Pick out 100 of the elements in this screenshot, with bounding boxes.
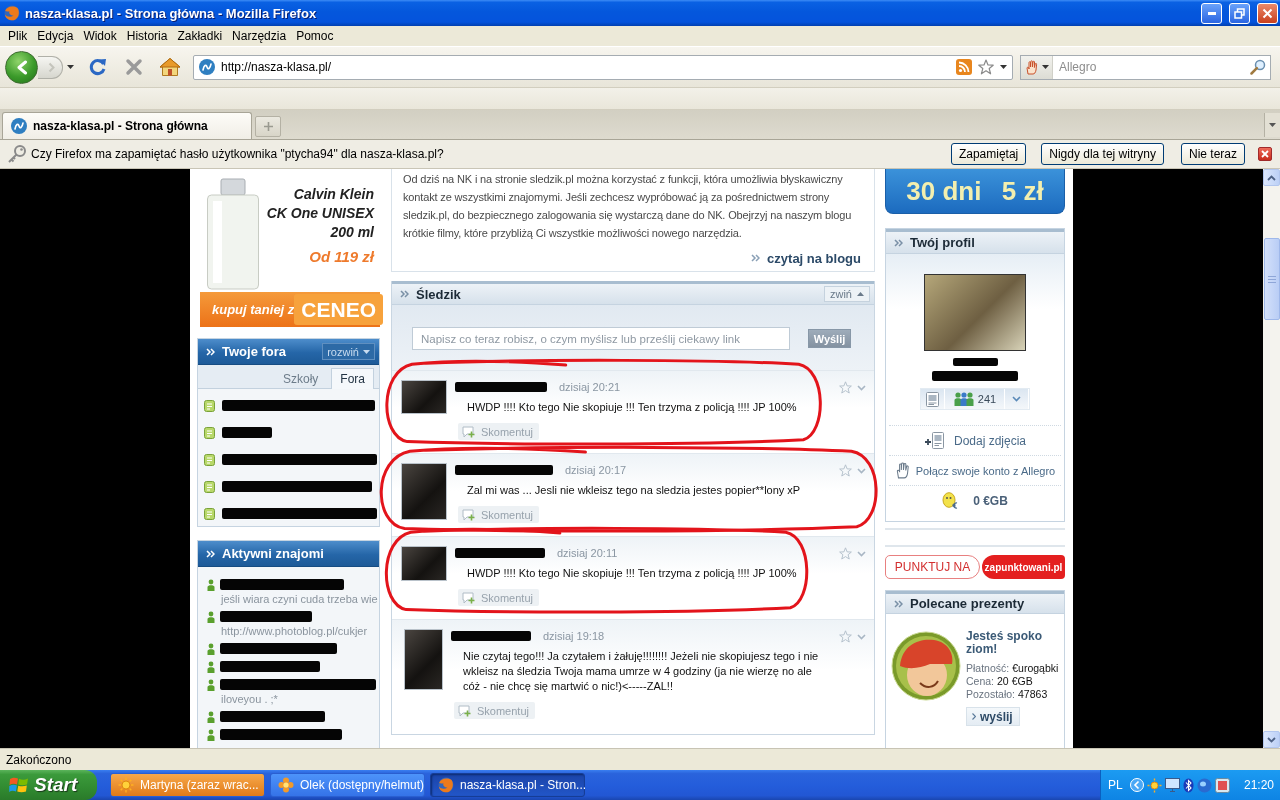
menu-item[interactable]: Widok bbox=[78, 27, 122, 45]
panel-title: Śledzik bbox=[416, 286, 462, 302]
browser-logo-icon bbox=[4, 5, 20, 21]
promo-price: 5 zł bbox=[1001, 175, 1044, 207]
scroll-down-button[interactable] bbox=[1263, 731, 1280, 748]
promo-banner[interactable]: 30 dni 5 zł bbox=[885, 169, 1065, 214]
restore-button[interactable] bbox=[1229, 2, 1250, 24]
comment-icon bbox=[458, 704, 472, 717]
start-button[interactable]: Start bbox=[0, 770, 97, 800]
friend-status: iloveyou . ;* bbox=[220, 693, 278, 705]
send-gift-button[interactable]: wyślij bbox=[966, 707, 1020, 726]
taskbar-button[interactable]: Olek (dostępny/helmut) bbox=[270, 773, 425, 797]
reload-icon bbox=[88, 57, 108, 77]
taskbar-button[interactable]: nasza-klasa.pl - Stron... bbox=[430, 773, 585, 797]
post-text: Nie czytaj tego!!! Ja czytałem i żałuję!!!!!!!! Jeżeli nie skopiujesz tego i nie wkleisz na śledzia Twoja mama umrze w 4 godziny (ja nie wierzę no ale cóż - nie chcę się martwić o nic!)<-----ZAL!! bbox=[463, 649, 820, 694]
chevron-down-icon bbox=[857, 633, 866, 640]
blog-link[interactable]: czytaj na blogu bbox=[767, 250, 861, 266]
points-banner-label[interactable]: PUNKTUJ NA bbox=[885, 555, 980, 579]
search-engine-button[interactable] bbox=[1021, 55, 1053, 79]
tab-list-button[interactable] bbox=[1264, 113, 1280, 137]
arrow-right-icon bbox=[47, 61, 55, 73]
forum-icon bbox=[204, 426, 215, 439]
photo-icon bbox=[926, 391, 939, 407]
forum-icon bbox=[204, 480, 215, 493]
forum-icon bbox=[204, 507, 215, 520]
detail-value: 20 €GB bbox=[997, 675, 1033, 688]
restore-icon bbox=[1234, 7, 1245, 19]
panel-tab[interactable]: Fora bbox=[331, 368, 374, 389]
caret-icon bbox=[363, 349, 370, 354]
scrollbar-thumb[interactable] bbox=[1263, 238, 1280, 320]
double-chevron-icon bbox=[751, 254, 761, 262]
minimize-icon bbox=[1207, 11, 1216, 15]
menu-item[interactable]: Historia bbox=[121, 27, 173, 45]
menu-item[interactable]: Pomoc bbox=[291, 27, 339, 45]
detail-value: 47863 bbox=[1018, 688, 1048, 701]
panel-tab[interactable]: Szkoły bbox=[273, 368, 328, 389]
home-button[interactable] bbox=[158, 55, 182, 79]
gift-name[interactable]: Jesteś spoko ziom! bbox=[966, 630, 1062, 656]
person-icon bbox=[207, 728, 215, 741]
caret-icon bbox=[1000, 65, 1007, 69]
person-icon bbox=[207, 710, 215, 723]
chevron-down-icon bbox=[857, 467, 866, 474]
menu-item[interactable]: Plik bbox=[3, 27, 33, 45]
notification-button[interactable]: Nigdy dla tej witryny bbox=[1041, 143, 1164, 165]
add-photo-icon bbox=[923, 432, 944, 449]
people-icon bbox=[952, 391, 975, 407]
flower-icon bbox=[278, 777, 294, 793]
sun-icon bbox=[118, 777, 134, 793]
search-icon bbox=[1250, 59, 1266, 75]
hand-icon bbox=[1024, 59, 1039, 75]
address-field[interactable]: http://nasza-klasa.pl/ bbox=[193, 54, 1013, 80]
grip-icon bbox=[1267, 275, 1276, 283]
browser-tab[interactable]: nasza-klasa.pl - Strona główna bbox=[2, 112, 252, 139]
post-time: dzisiaj 19:18 bbox=[543, 630, 605, 642]
search-input[interactable]: Allegro bbox=[1053, 56, 1250, 78]
post-text: HWDP !!!! Kto tego Nie skopiuje !!! Ten trzyma z policją !!!! JP 100% bbox=[467, 566, 797, 581]
ad-text: CK One UNISEX bbox=[266, 204, 374, 223]
close-icon bbox=[1261, 150, 1269, 158]
action-link[interactable]: Połącz swoje konto z Allegro bbox=[915, 464, 1056, 477]
star-icon bbox=[839, 464, 852, 477]
person-icon bbox=[207, 610, 215, 623]
post-text: Zal mi was ... Jesli nie wkleisz tego na sledzia jestes popier**lony xP bbox=[467, 483, 801, 498]
comment-icon bbox=[462, 508, 476, 521]
bluetooth-icon[interactable] bbox=[1182, 777, 1194, 793]
friends-button[interactable]: 241 bbox=[945, 389, 1005, 409]
notification-button[interactable]: Zapamiętaj bbox=[950, 143, 1027, 165]
person-icon bbox=[207, 642, 215, 655]
panel-title: Polecane prezenty bbox=[910, 596, 1026, 611]
chevron-left-icon[interactable] bbox=[1129, 778, 1144, 792]
minimize-button[interactable] bbox=[1201, 2, 1222, 24]
menu-item[interactable]: Edycja bbox=[32, 27, 79, 45]
search-field[interactable]: Allegro bbox=[1020, 54, 1271, 80]
home-icon bbox=[159, 57, 181, 77]
stop-icon bbox=[125, 58, 143, 76]
photo-placeholder bbox=[401, 380, 447, 414]
comment-icon bbox=[462, 425, 476, 438]
detail-label: Cena: bbox=[966, 675, 995, 688]
action-link[interactable]: Dodaj zdjęcia bbox=[953, 433, 1026, 448]
caret-icon bbox=[1041, 65, 1049, 69]
expand-button[interactable]: rozwiń bbox=[322, 343, 375, 360]
detail-label: Pozostało: bbox=[966, 688, 1016, 701]
status-input[interactable]: Napisz co teraz robisz, o czym myślisz lub prześlij ciekawy link bbox=[412, 327, 790, 350]
points-site-logo[interactable]: zapunktowani.pl bbox=[982, 555, 1065, 579]
window-title: nasza-klasa.pl - Strona główna - Mozilla Firefox bbox=[25, 5, 318, 21]
notification-button[interactable]: Nie teraz bbox=[1180, 143, 1245, 165]
back-button[interactable] bbox=[5, 50, 38, 84]
chevron-up-icon bbox=[1267, 174, 1276, 181]
menu-item[interactable]: Zakładki bbox=[172, 27, 228, 45]
scroll-up-button[interactable] bbox=[1263, 169, 1280, 186]
monitor-icon[interactable] bbox=[1164, 778, 1180, 792]
status-text: Zakończono bbox=[6, 752, 72, 767]
hand-icon bbox=[894, 462, 911, 479]
panel-title: Aktywni znajomi bbox=[222, 546, 325, 561]
collapse-button[interactable]: zwiń bbox=[824, 286, 870, 302]
menu-item[interactable]: Narzędzia bbox=[227, 27, 292, 45]
photo-placeholder bbox=[401, 546, 447, 581]
sun-icon[interactable] bbox=[1146, 777, 1162, 793]
close-button[interactable] bbox=[1258, 147, 1272, 161]
rss-icon bbox=[956, 59, 972, 75]
app-icon[interactable] bbox=[1214, 777, 1230, 793]
